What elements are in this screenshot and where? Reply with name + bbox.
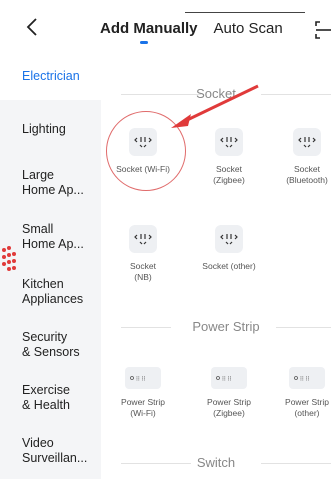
device-socket-wifi[interactable]: Socket (Wi-Fi) (113, 128, 173, 175)
tab-bar: Add Manually Auto Scan (100, 20, 283, 37)
sidebar-item-electrician[interactable]: Electrician (0, 52, 101, 100)
tab-auto-scan[interactable]: Auto Scan (214, 20, 283, 37)
sidebar-item-lighting[interactable]: Lighting (0, 122, 101, 137)
sidebar-item-exercise-health[interactable]: Exercise & Health (0, 383, 101, 413)
socket-icon (293, 128, 321, 156)
device-power-strip-wifi[interactable]: ⁞⁞ ⁞⁞ Power Strip (Wi-Fi) (113, 367, 173, 419)
socket-icon (215, 225, 243, 253)
scan-icon[interactable] (314, 20, 331, 40)
active-tab-indicator (140, 41, 148, 44)
socket-icon (129, 225, 157, 253)
header: Add Manually Auto Scan (0, 0, 331, 52)
sidebar-item-kitchen-appliances[interactable]: Kitchen Appliances (0, 277, 101, 307)
power-strip-icon: ⁞⁞ ⁞⁞ (289, 367, 325, 389)
device-socket-zigbee[interactable]: Socket (Zigbee) (199, 128, 259, 186)
device-list: Socket Socket (Wi-Fi) Socket (Zigbee) So… (101, 52, 331, 479)
section-title-power-strip: Power Strip (101, 319, 331, 335)
device-socket-nb[interactable]: Socket (NB) (113, 225, 173, 283)
top-divider (185, 12, 305, 13)
svg-text:⁞⁞ ⁞⁞: ⁞⁞ ⁞⁞ (300, 376, 310, 383)
svg-text:⁞⁞ ⁞⁞: ⁞⁞ ⁞⁞ (222, 376, 232, 383)
back-arrow-icon[interactable] (22, 14, 46, 40)
socket-icon (129, 128, 157, 156)
sidebar-item-large-home-appliances[interactable]: Large Home Ap... (0, 168, 101, 198)
svg-text:⁞⁞ ⁞⁞: ⁞⁞ ⁞⁞ (136, 376, 146, 383)
device-power-strip-zigbee[interactable]: ⁞⁞ ⁞⁞ Power Strip (Zigbee) (199, 367, 259, 419)
section-title-switch: Switch (101, 455, 331, 471)
device-power-strip-other[interactable]: ⁞⁞ ⁞⁞ Power Strip (other) (277, 367, 331, 419)
red-pointer-arrow (171, 84, 259, 128)
power-strip-icon: ⁞⁞ ⁞⁞ (125, 367, 161, 389)
tab-add-manually[interactable]: Add Manually (100, 20, 198, 37)
socket-icon (215, 128, 243, 156)
sidebar-item-video-surveillance[interactable]: Video Surveillan... (0, 436, 101, 466)
sidebar-item-security-sensors[interactable]: Security & Sensors (0, 330, 101, 360)
device-socket-bluetooth[interactable]: Socket (Bluetooth) (277, 128, 331, 186)
red-pointer-marker (2, 246, 16, 271)
power-strip-icon: ⁞⁞ ⁞⁞ (211, 367, 247, 389)
device-socket-other[interactable]: Socket (other) (199, 225, 259, 272)
